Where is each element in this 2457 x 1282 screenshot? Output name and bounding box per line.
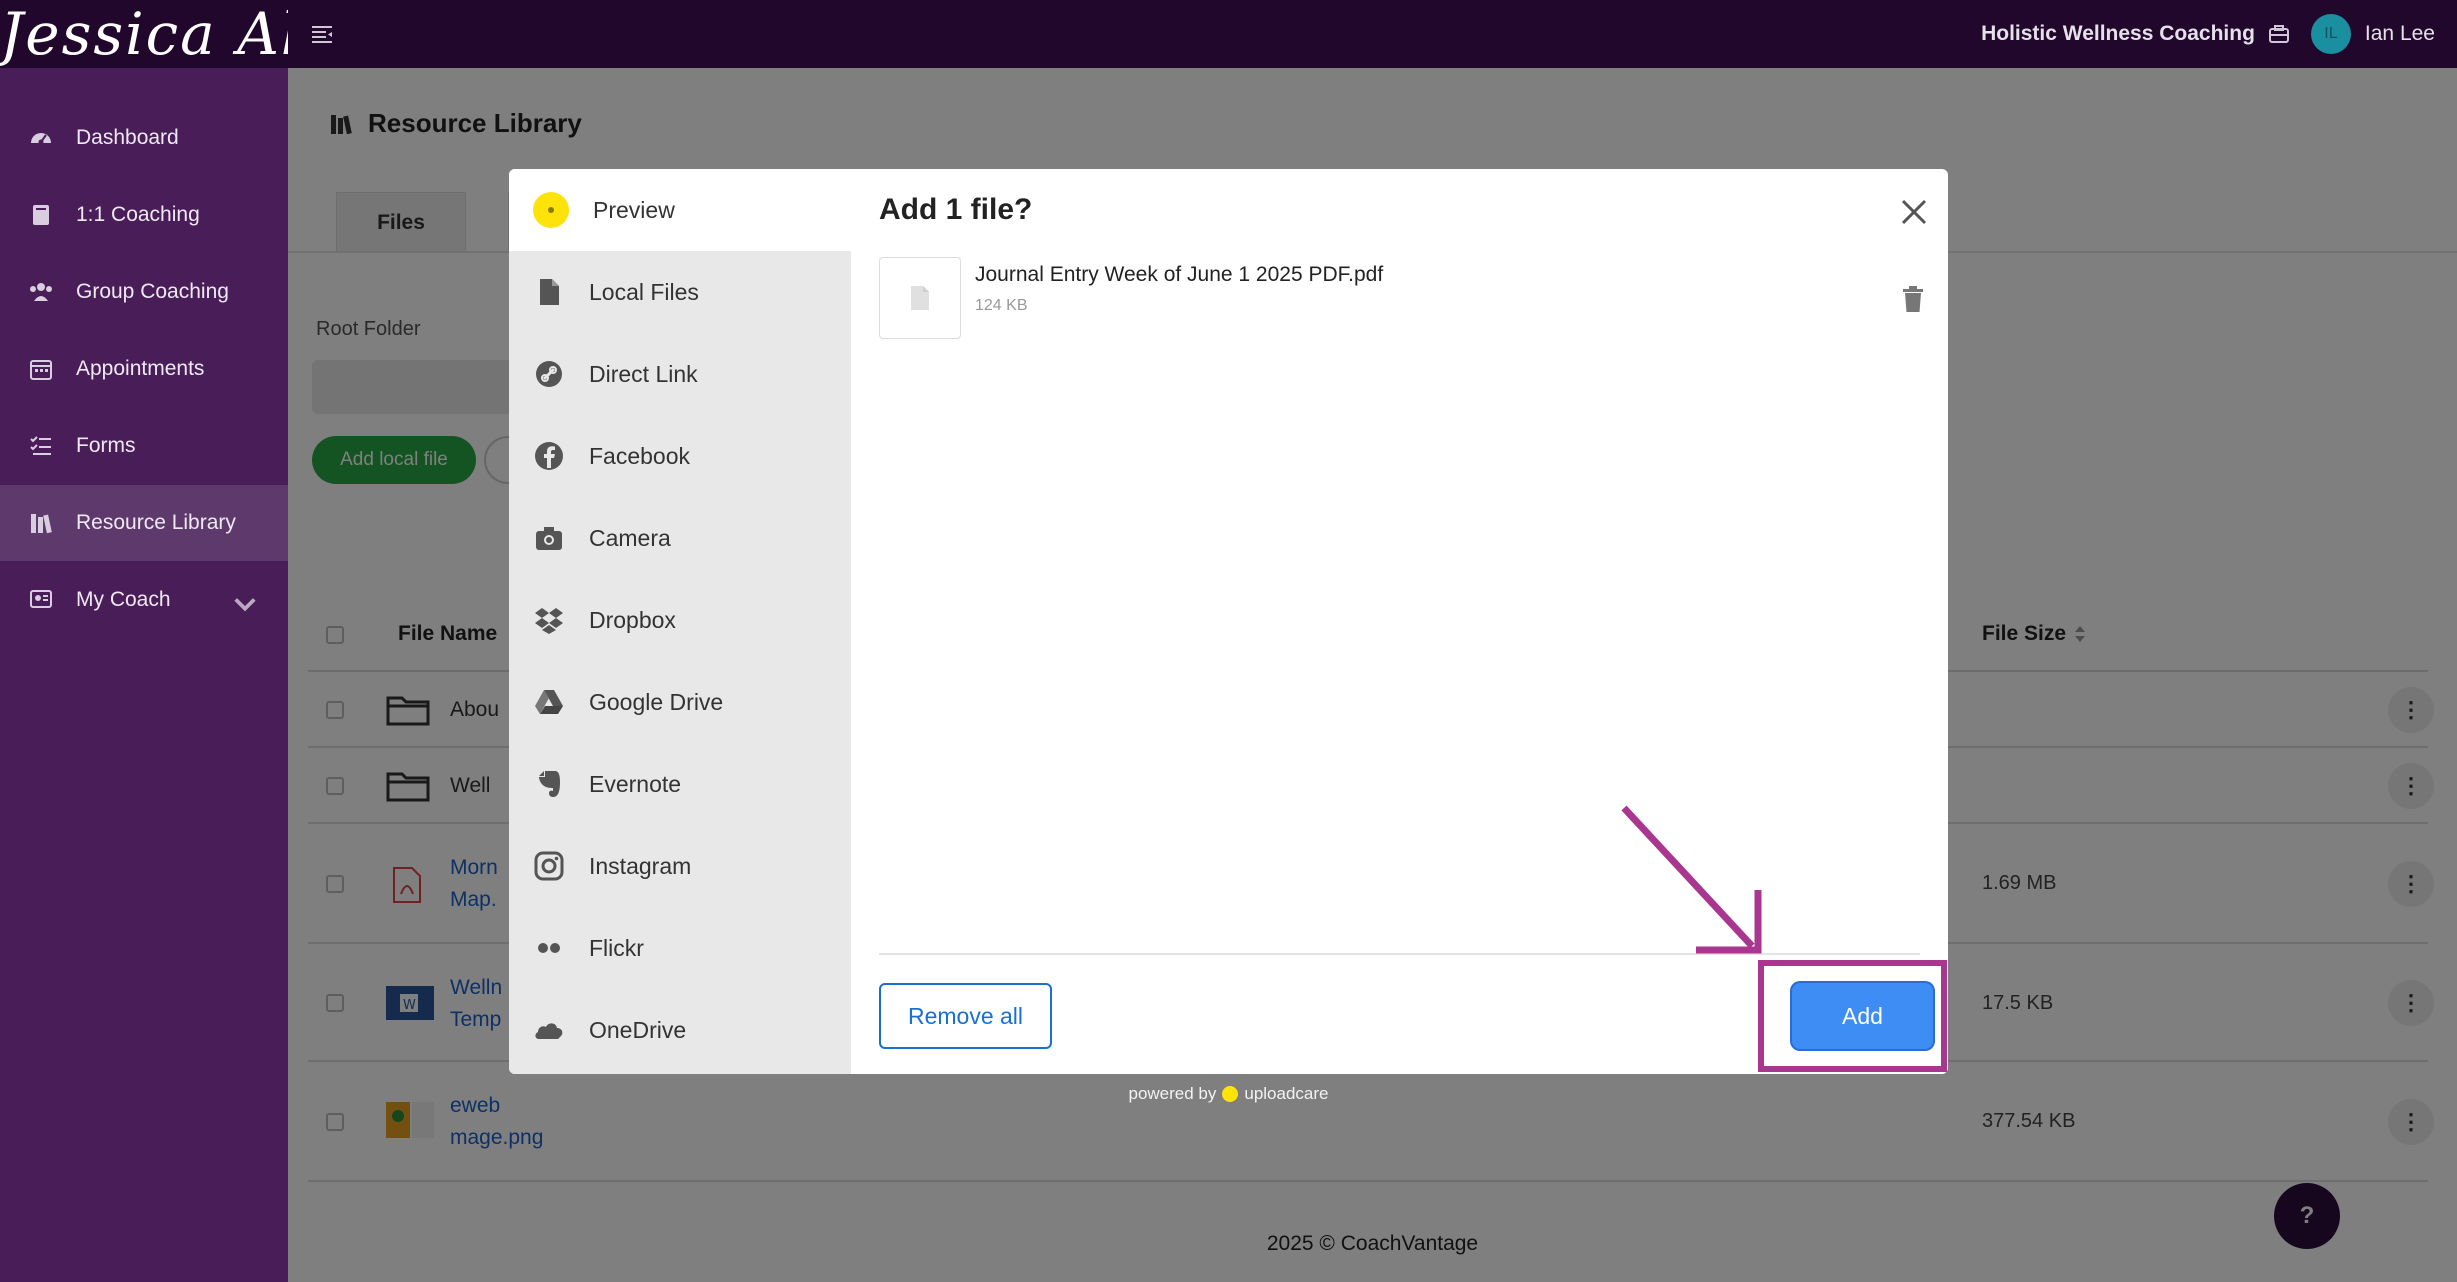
file-icon (540, 279, 559, 305)
account-area: Holistic Wellness Coaching IL Ian Lee (1981, 0, 2435, 68)
close-icon[interactable] (1899, 197, 1929, 227)
file-name: Journal Entry Week of June 1 2025 PDF.pd… (975, 263, 1384, 286)
sidebar-item-forms[interactable]: Forms (0, 408, 288, 484)
trash-icon[interactable] (1901, 285, 1925, 313)
users-icon (30, 283, 52, 301)
brand-logo[interactable]: Jessica Albert (0, 0, 288, 68)
source-label: Google Drive (589, 688, 724, 715)
chevron-down-icon[interactable] (232, 592, 258, 618)
uploadcare-logo-icon (1222, 1086, 1239, 1102)
source-preview[interactable]: Preview (509, 169, 851, 251)
sidebar-item-group-coaching[interactable]: Group Coaching (0, 254, 288, 330)
source-label: Dropbox (589, 606, 676, 633)
sidebar-item-1-1-coaching[interactable]: 1:1 Coaching (0, 177, 288, 253)
sidebar-item-label: My Coach (76, 588, 171, 611)
sidebar-item-label: Group Coaching (76, 280, 229, 303)
preview-icon (533, 192, 569, 228)
source-onedrive[interactable]: OneDrive (509, 989, 851, 1071)
source-evernote[interactable]: Evernote (509, 743, 851, 825)
sidebar-item-label: Resource Library (76, 511, 236, 534)
instagram-icon (534, 851, 564, 881)
avatar[interactable]: IL (2310, 14, 2351, 54)
powered-by-text: powered by (1128, 1084, 1217, 1103)
source-google-drive[interactable]: Google Drive (509, 661, 851, 743)
book-icon (33, 205, 49, 225)
dropbox-icon (535, 608, 563, 634)
dialog-body: Add 1 file? Journal Entry Week of June 1… (851, 169, 1948, 1074)
facebook-icon (535, 442, 563, 470)
remove-all-button[interactable]: Remove all (879, 983, 1052, 1049)
source-label: OneDrive (589, 1016, 687, 1043)
coach-icon (30, 590, 52, 608)
sidebar-item-label: Appointments (76, 357, 205, 380)
source-label: Camera (589, 524, 671, 551)
source-camera[interactable]: Camera (509, 497, 851, 579)
file-size: 124 KB (975, 297, 1028, 314)
sidebar-item-label: 1:1 Coaching (76, 203, 200, 226)
source-label: Facebook (589, 442, 691, 469)
dialog-title: Add 1 file? (879, 193, 1033, 226)
user-name[interactable]: Ian Lee (2365, 22, 2435, 46)
file-icon (911, 286, 929, 310)
highlight-annotation-box (1758, 960, 1947, 1072)
sidebar-item-my-coach[interactable]: My Coach (0, 562, 288, 638)
sidebar-item-label: Forms (76, 434, 136, 457)
dashboard-icon (31, 133, 51, 145)
arrow-annotation-icon (1621, 805, 1762, 954)
evernote-icon (539, 771, 560, 797)
sidebar-item-resource-library[interactable]: Resource Library (0, 485, 288, 561)
sidebar-item-dashboard[interactable]: Dashboard (0, 100, 288, 176)
sidebar-item-label: Dashboard (76, 126, 179, 149)
flickr-icon (538, 943, 560, 953)
file-thumbnail (879, 257, 961, 339)
source-label: Instagram (589, 852, 692, 879)
top-bar: Jessica Albert Holistic Wellness Coachin… (0, 0, 2457, 68)
powered-by-brand[interactable]: uploadcare (1244, 1084, 1328, 1104)
list-check-icon (30, 436, 51, 455)
briefcase-icon[interactable] (2268, 25, 2289, 43)
powered-by: powered by uploadcare (0, 1084, 2457, 1104)
company-name[interactable]: Holistic Wellness Coaching (1981, 22, 2255, 46)
sidebar-item-appointments[interactable]: Appointments (0, 331, 288, 407)
source-dropbox[interactable]: Dropbox (509, 579, 851, 661)
source-facebook[interactable]: Facebook (509, 415, 851, 497)
library-icon (31, 514, 52, 534)
source-label: Flickr (589, 934, 644, 961)
menu-toggle-icon[interactable] (310, 22, 334, 46)
source-label: Local Files (589, 278, 699, 305)
google-drive-icon (535, 690, 563, 714)
source-flickr[interactable]: Flickr (509, 907, 851, 989)
source-local-files[interactable]: Local Files (509, 251, 851, 333)
source-label: Preview (593, 196, 675, 223)
camera-icon (536, 527, 562, 550)
source-label: Direct Link (589, 360, 698, 387)
onedrive-icon (535, 1023, 563, 1039)
source-list: Preview Local Files Direct Link Facebook… (509, 169, 851, 1074)
source-direct-link[interactable]: Direct Link (509, 333, 851, 415)
source-instagram[interactable]: Instagram (509, 825, 851, 907)
source-label: Evernote (589, 770, 682, 797)
link-icon (536, 361, 562, 387)
calendar-icon (30, 360, 52, 380)
